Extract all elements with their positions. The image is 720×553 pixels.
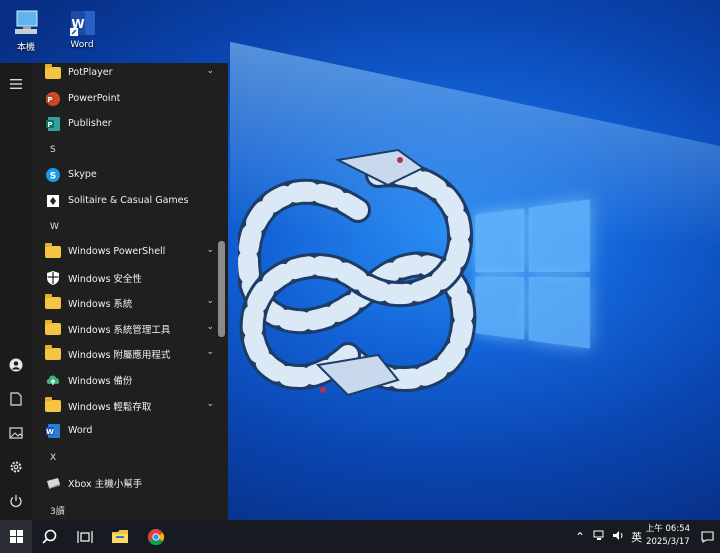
app-label: Windows 系統管理工具 (68, 324, 171, 336)
word-icon: W (44, 422, 62, 440)
desktop-icon-label: Word (70, 40, 94, 50)
chrome-button[interactable] (139, 520, 173, 553)
user-icon[interactable] (0, 350, 32, 380)
windows-start-icon (9, 530, 23, 543)
app-item-word[interactable]: W Word (38, 418, 218, 443)
clock-date: 2025/3/17 (646, 537, 690, 547)
task-view-button[interactable] (68, 520, 102, 553)
chevron-down-icon: ⌄ (206, 399, 214, 409)
desktop-icon-word[interactable]: W Word (58, 8, 106, 50)
app-item-windows-system[interactable]: Windows 系統 ⌄ (38, 290, 218, 315)
app-item-potplayer[interactable]: PotPlayer ⌄ (38, 60, 218, 85)
section-letter[interactable]: W (50, 222, 59, 232)
power-icon[interactable] (0, 486, 32, 516)
snake-artwork (238, 148, 477, 397)
app-label: Windows 備份 (68, 375, 133, 387)
system-tray: ⌃ 英 (575, 520, 642, 553)
backup-icon (44, 371, 62, 389)
app-list: PotPlayer ⌄ P PowerPoint P Publisher S S… (38, 63, 218, 520)
app-label: Windows 系統 (68, 298, 133, 310)
shield-icon (44, 269, 62, 287)
network-icon[interactable] (593, 530, 606, 544)
notification-icon (700, 530, 714, 543)
app-list-scrollbar[interactable] (218, 241, 225, 337)
chevron-down-icon: ⌄ (206, 296, 214, 306)
app-item-windows-powershell[interactable]: Windows PowerShell ⌄ (38, 239, 218, 264)
start-menu: PotPlayer ⌄ P PowerPoint P Publisher S S… (0, 63, 228, 520)
file-explorer-icon (112, 530, 128, 543)
app-item-windows-security[interactable]: Windows 安全性 (38, 265, 218, 290)
app-item-windows-accessories[interactable]: Windows 附屬應用程式 ⌄ (38, 341, 218, 366)
app-item-windows-admin-tools[interactable]: Windows 系統管理工具 ⌄ (38, 316, 218, 341)
svg-text:S: S (50, 171, 56, 181)
xbox-companion-icon (44, 474, 62, 492)
notification-button[interactable] (694, 520, 720, 553)
section-letter[interactable]: 3讀 (50, 504, 65, 517)
app-label: Word (68, 425, 93, 436)
app-item-windows-backup[interactable]: Windows 備份 (38, 367, 218, 392)
app-label: Skype (68, 169, 97, 180)
file-explorer-button[interactable] (103, 520, 137, 553)
app-label: PotPlayer (68, 67, 113, 78)
computer-icon (11, 8, 41, 38)
start-button[interactable] (0, 520, 32, 553)
chevron-down-icon: ⌄ (206, 347, 214, 357)
input-language-indicator[interactable]: 英 (631, 529, 642, 545)
pictures-icon[interactable] (0, 418, 32, 448)
task-view-icon (77, 530, 93, 543)
taskbar: ⌃ 英 上午 06:54 2025/3/17 (0, 520, 720, 553)
powerpoint-icon: P (44, 90, 62, 108)
volume-icon[interactable] (612, 530, 625, 544)
app-label: Xbox 主機小幫手 (68, 478, 143, 490)
hamburger-menu-icon[interactable] (0, 69, 32, 99)
chevron-down-icon: ⌄ (206, 245, 214, 255)
app-label: Windows PowerShell (68, 246, 166, 257)
publisher-icon: P (44, 115, 62, 133)
app-label: PowerPoint (68, 93, 121, 104)
solitaire-icon (44, 192, 62, 210)
folder-icon (44, 63, 62, 82)
chevron-down-icon: ⌄ (206, 322, 214, 332)
app-item-publisher[interactable]: P Publisher (38, 111, 218, 136)
folder-icon (44, 344, 62, 363)
chevron-down-icon: ⌄ (206, 66, 214, 76)
app-item-xbox-companion[interactable]: Xbox 主機小幫手 (38, 470, 218, 495)
folder-icon (44, 242, 62, 261)
search-icon (42, 529, 57, 544)
app-label: Windows 安全性 (68, 273, 142, 285)
chevron-up-icon[interactable]: ⌃ (575, 530, 585, 544)
document-icon[interactable] (0, 384, 32, 414)
folder-icon (44, 293, 62, 312)
app-item-skype[interactable]: S Skype (38, 162, 218, 187)
skype-icon: S (44, 166, 62, 184)
app-label: Windows 附屬應用程式 (68, 349, 171, 361)
app-label: Windows 輕鬆存取 (68, 401, 152, 413)
chrome-icon (147, 528, 165, 545)
svg-text:P: P (47, 96, 52, 104)
desktop-icon-this-pc[interactable]: 本機 (2, 8, 50, 53)
folder-icon (44, 319, 62, 338)
clock[interactable]: 上午 06:54 2025/3/17 (646, 523, 690, 549)
word-icon: W (67, 8, 97, 38)
settings-icon[interactable] (0, 452, 32, 482)
app-label: Solitaire & Casual Games (68, 195, 189, 206)
clock-time: 上午 06:54 (645, 524, 690, 534)
search-button[interactable] (32, 520, 66, 553)
section-letter[interactable]: X (50, 453, 56, 463)
start-rail (0, 63, 32, 520)
windows-logo-wallpaper (475, 199, 590, 349)
desktop-icon-label: 本機 (16, 43, 35, 53)
folder-icon (44, 396, 62, 415)
app-item-windows-ease-of-access[interactable]: Windows 輕鬆存取 ⌄ (38, 393, 218, 418)
app-item-powerpoint[interactable]: P PowerPoint (38, 86, 218, 111)
app-label: Publisher (68, 118, 112, 129)
app-item-solitaire[interactable]: Solitaire & Casual Games (38, 188, 218, 213)
section-letter[interactable]: S (50, 145, 56, 155)
svg-text:P: P (47, 121, 52, 129)
svg-text:W: W (46, 428, 54, 436)
